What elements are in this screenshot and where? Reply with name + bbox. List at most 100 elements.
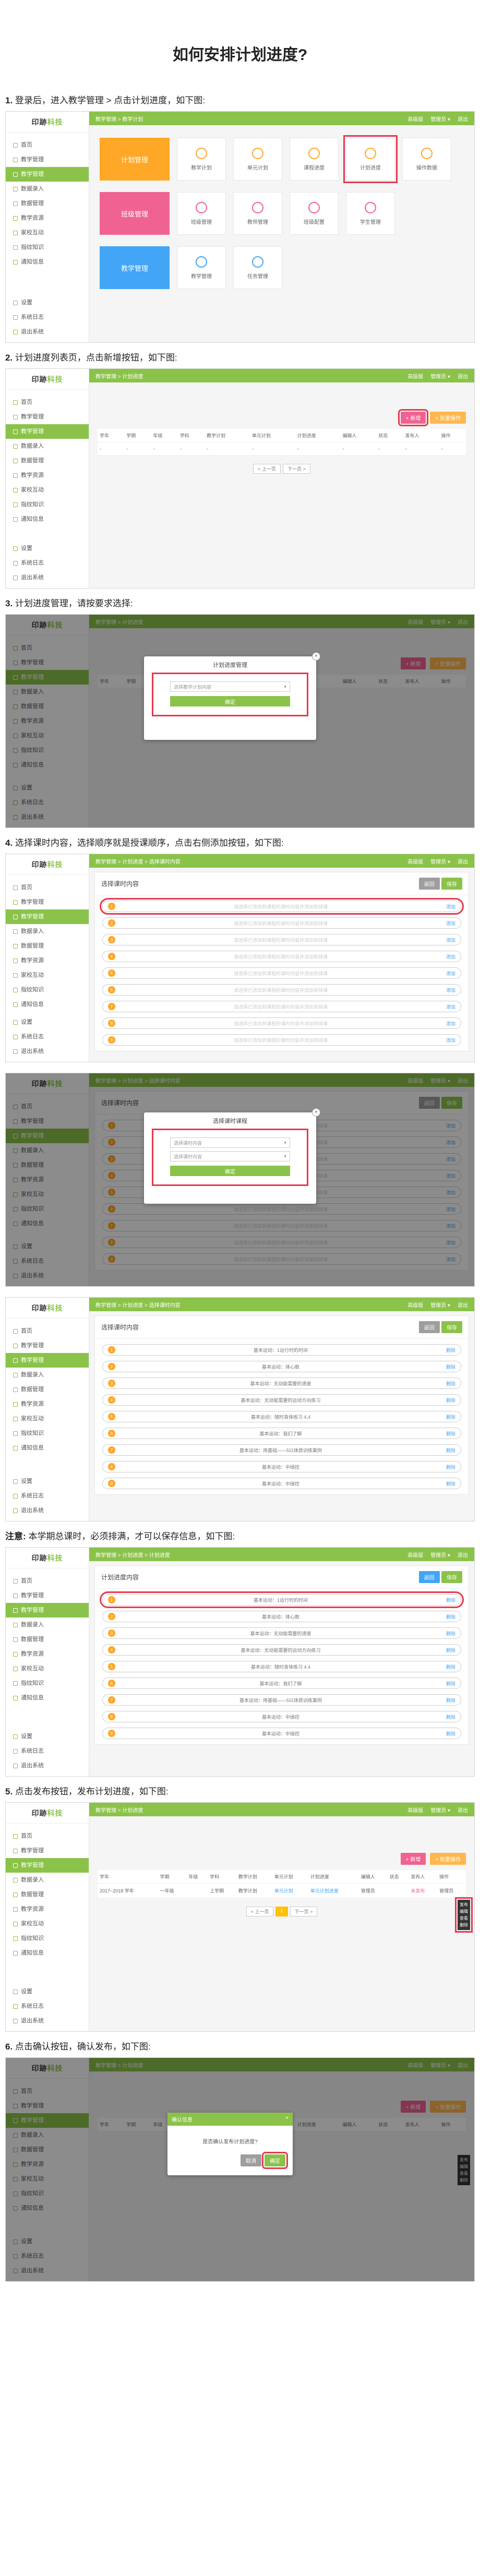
- sidebar-item[interactable]: 数据管理: [6, 196, 89, 211]
- top-link[interactable]: 退出: [458, 1553, 468, 1559]
- sidebar-item[interactable]: 指纹知识: [6, 983, 89, 997]
- menu-item[interactable]: 发布: [460, 1901, 468, 1908]
- list-item[interactable]: 2 请选择已添加到课程的课时内容并添加到排课 添加: [102, 917, 461, 929]
- sidebar-item[interactable]: 数据录入: [6, 1873, 89, 1887]
- sidebar-item[interactable]: 教学管理: [6, 167, 89, 182]
- list-item[interactable]: 4 请选择已添加到课程的课时内容并添加到排课 添加: [102, 951, 461, 962]
- delete-link[interactable]: 删除: [446, 1663, 455, 1670]
- sidebar-item[interactable]: 设置: [6, 295, 89, 310]
- confirm-button[interactable]: 确定: [170, 696, 290, 706]
- menu-item[interactable]: 删除: [460, 1922, 468, 1928]
- add-button[interactable]: + 新增: [398, 409, 429, 426]
- add-link[interactable]: 添加: [446, 903, 455, 910]
- sidebar-item[interactable]: 数据录入: [6, 439, 89, 453]
- list-item[interactable]: 2 基本运动：体心数 删除: [102, 1611, 461, 1622]
- sidebar-item[interactable]: 家校互动: [6, 1661, 89, 1676]
- add-link[interactable]: 添加: [446, 953, 455, 960]
- list-item[interactable]: 6 基本运动：我们了解 删除: [102, 1678, 461, 1689]
- tile-0[interactable]: 教学管理: [177, 246, 226, 289]
- sidebar-item[interactable]: 数据管理: [6, 1382, 89, 1397]
- sidebar-item[interactable]: 退出系统: [6, 2014, 89, 2028]
- sidebar-item[interactable]: 数据录入: [6, 1368, 89, 1382]
- list-item[interactable]: 6 请选择已添加到课程的课时内容并添加到排课 添加: [102, 984, 461, 996]
- close-icon[interactable]: ×: [312, 652, 320, 661]
- add-link[interactable]: 添加: [446, 1037, 455, 1044]
- delete-link[interactable]: 删除: [446, 1597, 455, 1603]
- list-item[interactable]: 7 基本运动：用基础——5以体质训练案例 删除: [102, 1694, 461, 1706]
- sidebar-item[interactable]: 教学管理: [6, 1338, 89, 1353]
- sidebar-item[interactable]: 通知信息: [6, 512, 89, 526]
- list-item[interactable]: 1 基本运动：1运行时的时间 删除: [102, 1344, 461, 1356]
- sidebar-item[interactable]: 家校互动: [6, 225, 89, 240]
- top-link[interactable]: 高级版: [407, 374, 423, 380]
- list-item[interactable]: 9 请选择已添加到课程的课时内容并添加到排课 添加: [102, 1034, 461, 1046]
- delete-link[interactable]: 删除: [446, 1447, 455, 1454]
- tile-1[interactable]: 任务管理: [233, 246, 282, 289]
- sidebar-item[interactable]: 教学资源: [6, 1902, 89, 1916]
- list-item[interactable]: 5 基本运动：随时身体练习 4.4 删除: [102, 1411, 461, 1422]
- top-link[interactable]: 退出: [458, 1808, 468, 1814]
- top-link[interactable]: 退出: [458, 374, 468, 380]
- add-link[interactable]: 添加: [446, 1020, 455, 1027]
- sidebar-item[interactable]: 教学资源: [6, 953, 89, 968]
- sidebar-item[interactable]: 系统日志: [6, 1029, 89, 1044]
- page-1-button[interactable]: 1: [275, 1907, 288, 1916]
- sidebar-item[interactable]: 教学管理: [6, 1588, 89, 1603]
- sidebar-item[interactable]: 通知信息: [6, 1946, 89, 1960]
- sidebar-item[interactable]: 教学资源: [6, 1647, 89, 1661]
- sidebar-item[interactable]: 指纹知识: [6, 497, 89, 512]
- add-link[interactable]: 添加: [446, 937, 455, 943]
- top-link[interactable]: 高级版: [407, 1808, 423, 1814]
- top-link[interactable]: 高级版: [407, 859, 423, 865]
- sidebar-item[interactable]: 教学管理: [6, 895, 89, 909]
- add-link[interactable]: 添加: [446, 987, 455, 993]
- delete-link[interactable]: 删除: [446, 1647, 455, 1654]
- tile-4[interactable]: 操作数据: [402, 138, 451, 181]
- tile-1[interactable]: 单元计划: [233, 138, 282, 181]
- delete-link[interactable]: 删除: [446, 1730, 455, 1737]
- list-item[interactable]: 1 基本运动：1运行时的时间 删除: [100, 1591, 464, 1608]
- sidebar-item[interactable]: 数据录入: [6, 924, 89, 939]
- delete-link[interactable]: 删除: [446, 1413, 455, 1420]
- sidebar-item[interactable]: 退出系统: [6, 1758, 89, 1773]
- sidebar-item[interactable]: 数据管理: [6, 453, 89, 468]
- sidebar-item[interactable]: 家校互动: [6, 483, 89, 497]
- sidebar-item[interactable]: 教学管理: [6, 1843, 89, 1858]
- tile-3[interactable]: 学生管理: [346, 192, 395, 235]
- sidebar-item[interactable]: 设置: [6, 1015, 89, 1029]
- top-link[interactable]: 管理员 ▾: [430, 1553, 450, 1559]
- close-icon[interactable]: ×: [312, 1108, 320, 1117]
- sidebar-item[interactable]: 教学管理: [6, 410, 89, 424]
- sidebar-item[interactable]: 教学管理: [6, 1603, 89, 1618]
- list-item[interactable]: 2 基本运动：体心数 删除: [102, 1361, 461, 1372]
- list-item[interactable]: 3 基本运动：无动能需要的速度 删除: [102, 1627, 461, 1639]
- sidebar-item[interactable]: 退出系统: [6, 1044, 89, 1059]
- back-button[interactable]: 返回: [418, 1321, 440, 1333]
- delete-link[interactable]: 删除: [446, 1630, 455, 1637]
- sidebar-item[interactable]: 数据录入: [6, 182, 89, 196]
- add-link[interactable]: 添加: [446, 920, 455, 927]
- list-item[interactable]: 8 基本运动：中操控 删除: [102, 1711, 461, 1722]
- sidebar-item[interactable]: 系统日志: [6, 1744, 89, 1758]
- sidebar-item[interactable]: 退出系统: [6, 1503, 89, 1518]
- next-page-button[interactable]: 下一页 >: [290, 1907, 318, 1916]
- delete-link[interactable]: 删除: [446, 1680, 455, 1687]
- sidebar-item[interactable]: 设置: [6, 1984, 89, 1999]
- list-item[interactable]: 5 基本运动：随时身体练习 4.4 删除: [102, 1661, 461, 1672]
- top-link[interactable]: 退出: [458, 1303, 468, 1309]
- list-item[interactable]: 6 基本运动：我们了解 删除: [102, 1428, 461, 1439]
- delete-link[interactable]: 删除: [446, 1613, 455, 1620]
- delete-link[interactable]: 删除: [446, 1397, 455, 1404]
- confirm-button[interactable]: 确定: [170, 1166, 290, 1176]
- sidebar-item[interactable]: 首页: [6, 880, 89, 895]
- tile-0[interactable]: 班级管理: [177, 192, 226, 235]
- add-link[interactable]: 添加: [446, 970, 455, 977]
- list-item[interactable]: 7 基本运动：用基础——5以体质训练案例 删除: [102, 1444, 461, 1456]
- delete-link[interactable]: 删除: [446, 1480, 455, 1487]
- tile-2[interactable]: 班级配置: [290, 192, 339, 235]
- top-link[interactable]: 管理员 ▾: [430, 117, 450, 123]
- tile-3[interactable]: 计划进度: [343, 135, 398, 183]
- sidebar-item[interactable]: 教学资源: [6, 1397, 89, 1411]
- sidebar-item[interactable]: 教学资源: [6, 468, 89, 483]
- batch-button[interactable]: + 批量操作: [430, 412, 466, 424]
